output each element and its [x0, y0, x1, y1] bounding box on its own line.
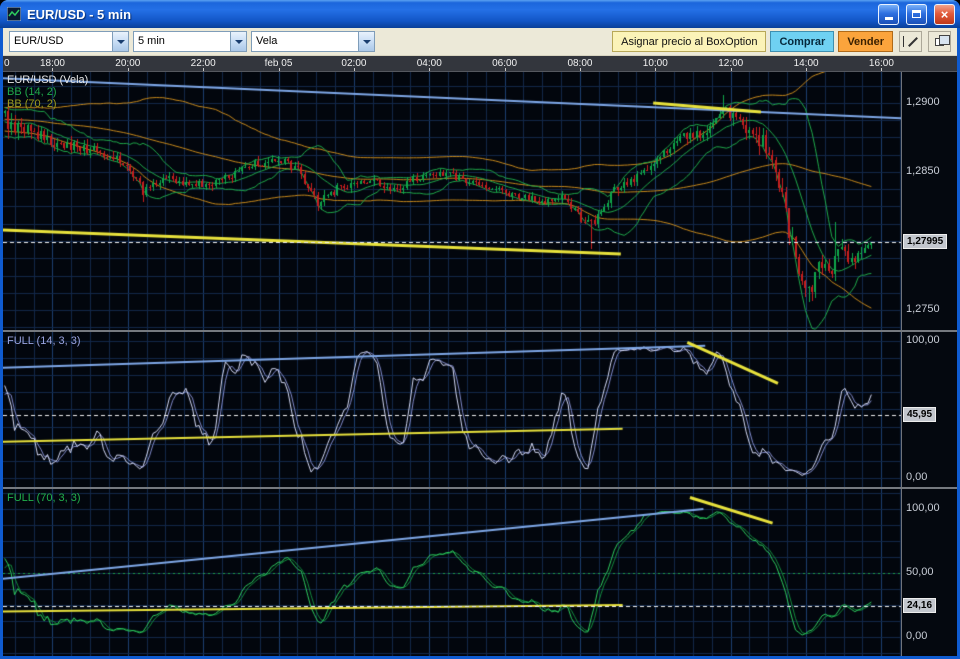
- time-axis-tick: [52, 68, 53, 71]
- time-axis-tick: [580, 68, 581, 71]
- stoch14-label: FULL (14, 3, 3): [7, 335, 81, 347]
- close-icon: ×: [940, 6, 949, 22]
- bb70-label: BB (70, 2): [7, 98, 57, 110]
- panel-splitter[interactable]: [3, 330, 957, 332]
- toolbar: EUR/USD 5 min Vela Asignar precio al Box…: [3, 28, 957, 56]
- price-axis-label: 100,00: [906, 501, 940, 514]
- close-button[interactable]: ×: [934, 3, 955, 25]
- price-axis-label: 0,00: [906, 470, 928, 483]
- price-axis-label: 1,2750: [906, 303, 940, 315]
- bb14-label: BB (14, 2): [7, 86, 57, 98]
- cursor-bar-icon: [902, 36, 904, 47]
- current-value-box: 24,16: [903, 598, 937, 614]
- cascade-windows-icon: [935, 34, 950, 46]
- restore-button[interactable]: [906, 3, 927, 25]
- chevron-down-icon[interactable]: [358, 32, 374, 51]
- interval-select[interactable]: 5 min: [133, 31, 247, 52]
- minimize-button[interactable]: [878, 3, 899, 25]
- chevron-down-icon[interactable]: [230, 32, 246, 51]
- time-axis-tick: [354, 68, 355, 71]
- price-axis-label: 100,00: [906, 334, 940, 346]
- price-axis-label: 50,00: [906, 566, 934, 578]
- time-axis-tick: [505, 68, 506, 71]
- time-axis-tick: [655, 68, 656, 71]
- current-value-box: 45,95: [903, 407, 937, 423]
- minimize-icon: [884, 17, 893, 20]
- drawing-tools-button[interactable]: [899, 31, 922, 52]
- time-axis-tick: [203, 68, 204, 71]
- price-axis-label: 0,00: [906, 630, 928, 642]
- current-value-box: 1,27995: [903, 233, 948, 249]
- chart-canvas[interactable]: [3, 72, 901, 656]
- price-axis[interactable]: 1,2900 1,2850 1,2750 1,27995 100,00 0,00 45,95…: [901, 72, 957, 656]
- time-axis[interactable]: 0 18:00 20:00 22:00 feb 05 02:00 04:00 06:00 08:…: [3, 56, 957, 72]
- application-window: EUR/USD - 5 min × EUR/USD 5 min Vela Asi…: [0, 0, 960, 659]
- symbol-select[interactable]: EUR/USD: [9, 31, 129, 52]
- window-title: EUR/USD - 5 min: [27, 6, 132, 22]
- time-axis-tick: [128, 68, 129, 71]
- stoch70-label: FULL (70, 3, 3): [7, 492, 81, 504]
- window-icon: [6, 6, 22, 22]
- cascade-windows-button[interactable]: [928, 31, 951, 52]
- titlebar[interactable]: EUR/USD - 5 min ×: [0, 0, 960, 28]
- panel-splitter[interactable]: [3, 487, 957, 489]
- time-axis-tick: [279, 68, 280, 71]
- restore-icon: [912, 10, 921, 18]
- interval-select-value: 5 min: [138, 35, 165, 47]
- time-axis-label: 0: [4, 58, 10, 69]
- time-axis-tick: [806, 68, 807, 71]
- symbol-select-value: EUR/USD: [14, 35, 64, 47]
- chevron-down-icon[interactable]: [112, 32, 128, 51]
- trendline-icon: [907, 36, 918, 47]
- main-chart-label: EUR/USD (Vela): [7, 74, 89, 86]
- chart-type-select[interactable]: Vela: [251, 31, 375, 52]
- price-axis-label: 1,2900: [906, 95, 940, 108]
- assign-price-boxoption-button[interactable]: Asignar precio al BoxOption: [612, 31, 767, 52]
- sell-button[interactable]: Vender: [838, 31, 893, 52]
- buy-button[interactable]: Comprar: [770, 31, 835, 52]
- time-axis-tick: [731, 68, 732, 71]
- chart-region: 0 18:00 20:00 22:00 feb 05 02:00 04:00 06:00 08:…: [3, 56, 957, 656]
- time-axis-tick: [881, 68, 882, 71]
- chart-type-select-value: Vela: [256, 35, 278, 47]
- price-axis-label: 1,2850: [906, 164, 940, 177]
- time-axis-tick: [429, 68, 430, 71]
- window-content: EUR/USD 5 min Vela Asignar precio al Box…: [3, 28, 957, 656]
